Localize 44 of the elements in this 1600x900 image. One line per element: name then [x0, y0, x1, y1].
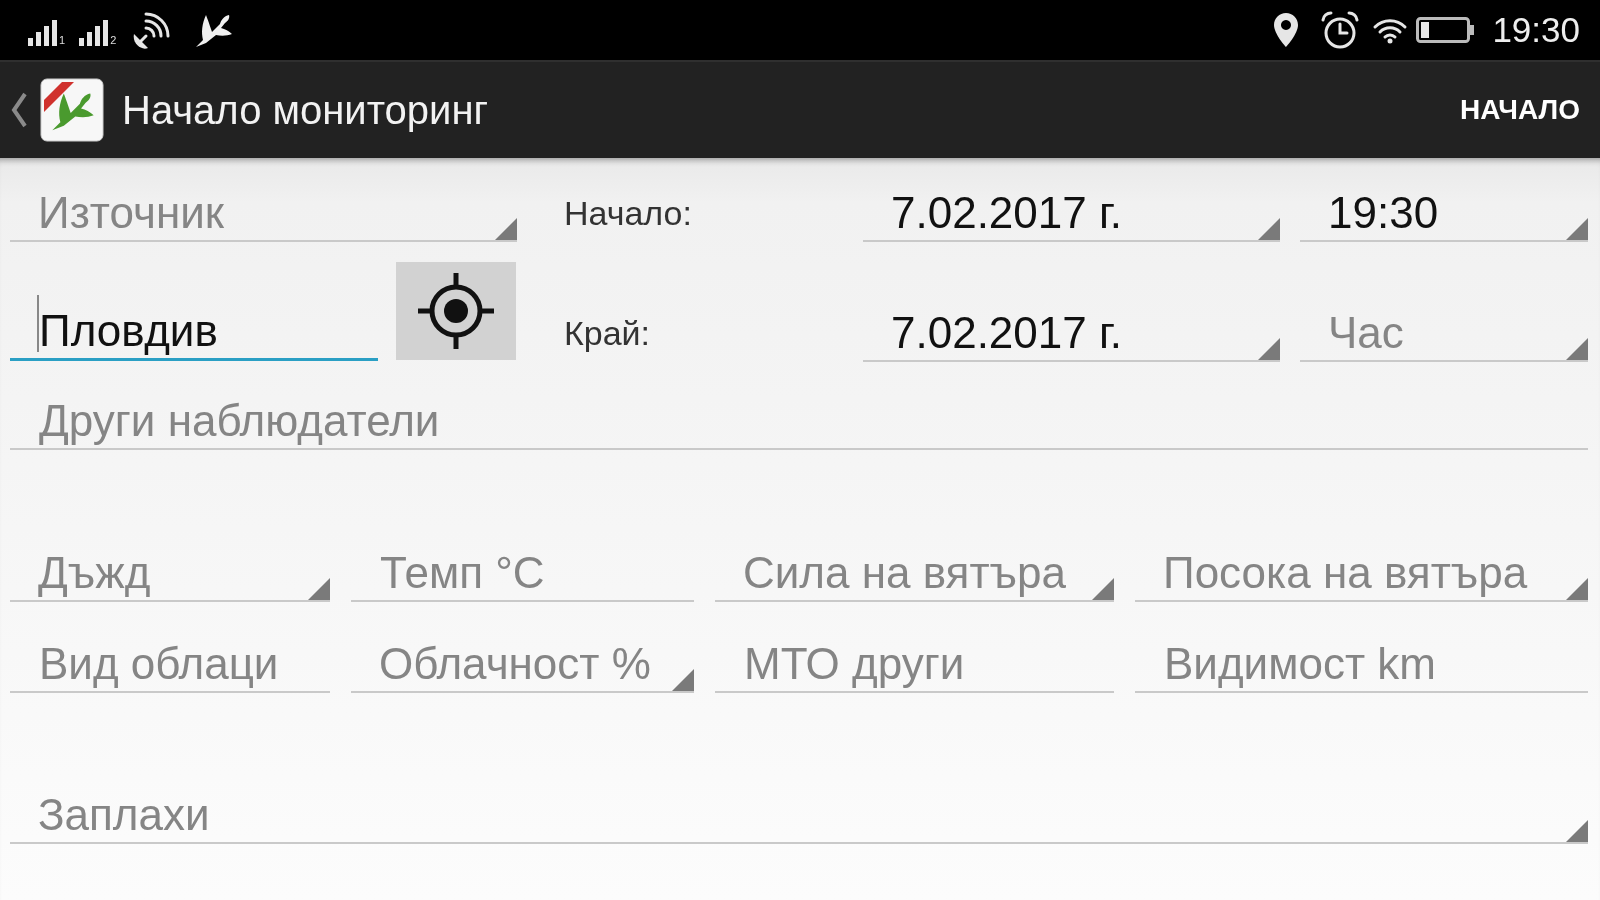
location-pin-icon	[1274, 13, 1299, 47]
sim-number: 1	[59, 35, 66, 46]
end-label: Край:	[563, 313, 651, 354]
text-field[interactable]: МТО други	[715, 636, 1114, 693]
signal-icon	[79, 20, 110, 46]
dropdown[interactable]: Източник	[10, 185, 517, 242]
text-field[interactable]: Други наблюдатели	[10, 393, 1588, 450]
dropdown[interactable]: Сила на вятъра	[715, 545, 1114, 602]
clock-time: 19:30	[1492, 10, 1580, 50]
text-cursor	[37, 295, 39, 352]
alarm-clock-icon	[1320, 10, 1361, 50]
text-field[interactable]: Вид облаци	[10, 636, 330, 693]
dropdown[interactable]: Заплахи	[10, 787, 1588, 844]
battery-icon	[1416, 17, 1475, 43]
corner-triangle-icon	[1566, 338, 1588, 360]
date-dropdown[interactable]: 7.02.2017 г.	[863, 305, 1280, 362]
corner-triangle-icon	[1566, 218, 1588, 240]
time-dropdown[interactable]: Час	[1300, 305, 1588, 362]
corner-triangle-icon	[1566, 820, 1588, 842]
dropdown[interactable]: Дъжд	[10, 545, 330, 602]
dropdown[interactable]: Облачност %	[351, 636, 694, 693]
time-dropdown[interactable]: 19:30	[1300, 185, 1588, 242]
corner-triangle-icon	[495, 218, 517, 240]
wifi-icon	[1372, 16, 1409, 44]
text-field[interactable]: Темп °C	[351, 545, 694, 602]
corner-triangle-icon	[672, 669, 694, 691]
app-logo-icon	[40, 78, 104, 142]
date-dropdown[interactable]: 7.02.2017 г.	[863, 185, 1280, 242]
corner-triangle-icon	[1092, 578, 1114, 600]
back-icon[interactable]	[10, 92, 28, 128]
sim-number: 2	[110, 35, 117, 46]
corner-triangle-icon	[1566, 578, 1588, 600]
crosshair-icon	[418, 273, 494, 349]
start-label: Начало:	[563, 193, 692, 234]
screen-title: Начало мониторинг	[122, 87, 490, 133]
start-button[interactable]: НАЧАЛО	[1460, 84, 1580, 136]
corner-triangle-icon	[308, 578, 330, 600]
location-field[interactable]: Пловдив	[10, 304, 378, 361]
corner-triangle-icon	[1258, 218, 1280, 240]
corner-triangle-icon	[1258, 338, 1280, 360]
dropdown[interactable]: Посока на вятъра	[1135, 545, 1588, 602]
locate-button[interactable]	[396, 262, 516, 360]
signal-icon	[28, 20, 58, 46]
text-field[interactable]: Видимост km	[1135, 636, 1588, 693]
